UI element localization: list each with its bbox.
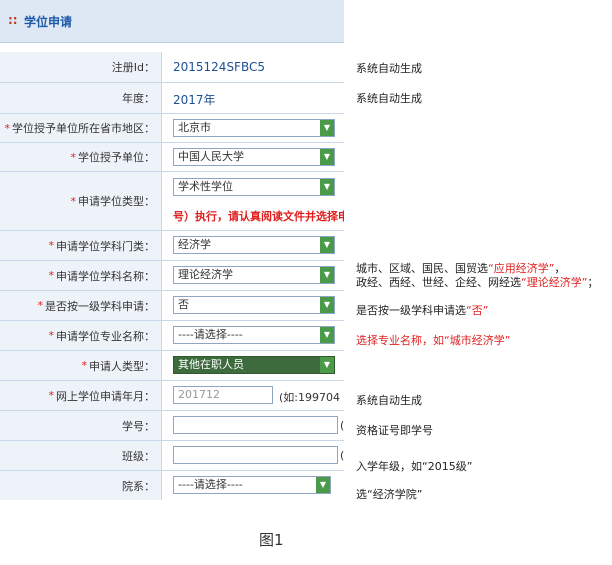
apply-month-label: 网上学位申请年月： (56, 389, 155, 403)
row-registration-id: 注册Id： 2015124SFBC5 (0, 52, 344, 83)
year-label: 年度： (122, 92, 155, 105)
student-no-hint: ( (340, 419, 344, 432)
discipline-name-label: 申请学位学科名称： (56, 269, 155, 283)
note-registration-id: 系统自动生成 (356, 62, 422, 75)
region-label: 学位授予单位所在省市地区： (12, 122, 155, 135)
note-discipline-name: 城市、区域、国民、国贸选“应用经济学”， 政经、西经、世经、企经、网经选“理论经… (356, 262, 599, 289)
first-level-select[interactable]: 否 ▼ (173, 296, 335, 314)
row-institution: * 学位授予单位： 中国人民大学 ▼ (0, 143, 344, 172)
note-year: 系统自动生成 (356, 92, 422, 105)
class-hint: ( (340, 449, 344, 462)
chevron-down-icon: ▼ (320, 297, 334, 313)
applicant-type-select[interactable]: 其他在职人员 ▼ (173, 356, 335, 374)
form-title: 学位申请 (24, 15, 73, 29)
note-department: 选“经济学院” (356, 488, 423, 501)
row-first-level: * 是否按一级学科申请： 否 ▼ (0, 291, 344, 321)
major-select[interactable]: ----请选择---- ▼ (173, 326, 335, 344)
first-level-label: 是否按一级学科申请： (45, 299, 155, 313)
row-degree-type: * 申请学位类型： 学术性学位 ▼ 号）执行，请认真阅读文件并选择申请 (0, 172, 344, 231)
figure-caption: 图1 (259, 531, 284, 549)
row-student-no: 学号： ( (0, 411, 344, 441)
row-major: * 申请学位专业名称： ----请选择---- ▼ (0, 321, 344, 351)
row-apply-month: * 网上学位申请年月： 201712 (如:199704 (0, 381, 344, 411)
institution-select[interactable]: 中国人民大学 ▼ (173, 148, 335, 166)
student-no-input[interactable] (173, 416, 338, 434)
bullet-icon: :: (8, 13, 18, 27)
note-first-level: 是否按一级学科申请选“否” (356, 304, 489, 317)
row-applicant-type: * 申请人类型： 其他在职人员 ▼ (0, 351, 344, 381)
degree-type-select[interactable]: 学术性学位 ▼ (173, 178, 335, 196)
discipline-class-label: 申请学位学科门类： (56, 239, 155, 253)
note-class: 入学年级，如“2015级” (356, 460, 473, 473)
row-discipline-class: * 申请学位学科门类： 经济学 ▼ (0, 231, 344, 261)
row-region: * 学位授予单位所在省市地区： 北京市 ▼ (0, 114, 344, 143)
apply-month-input[interactable]: 201712 (173, 386, 273, 404)
row-class: 班级： ( (0, 441, 344, 471)
discipline-class-select[interactable]: 经济学 ▼ (173, 236, 335, 254)
note-apply-month: 系统自动生成 (356, 394, 422, 407)
degree-type-label: 申请学位类型： (78, 195, 155, 208)
row-discipline-name: * 申请学位学科名称： 理论经济学 ▼ (0, 261, 344, 291)
student-no-label: 学号： (122, 419, 155, 433)
chevron-down-icon: ▼ (320, 179, 334, 195)
chevron-down-icon: ▼ (320, 267, 334, 283)
department-label: 院系： (122, 479, 155, 493)
class-input[interactable] (173, 446, 338, 464)
institution-label: 学位授予单位： (78, 151, 155, 164)
chevron-down-icon: ▼ (320, 327, 334, 343)
major-label: 申请学位专业名称： (56, 329, 155, 343)
registration-id-value: 2015124SFBC5 (173, 60, 265, 74)
chevron-down-icon: ▼ (316, 477, 330, 493)
registration-id-label: 注册Id： (111, 61, 155, 74)
note-major: 选择专业名称，如“城市经济学” (356, 334, 511, 347)
chevron-down-icon: ▼ (320, 149, 334, 165)
applicant-type-label: 申请人类型： (89, 359, 155, 373)
note-student-no: 资格证号即学号 (356, 424, 433, 437)
class-label: 班级： (122, 449, 155, 463)
region-select[interactable]: 北京市 ▼ (173, 119, 335, 137)
apply-month-format-hint: (如:199704 (279, 391, 340, 404)
chevron-down-icon: ▼ (320, 237, 334, 253)
row-department: 院系： ----请选择---- ▼ (0, 471, 344, 500)
chevron-down-icon: ▼ (320, 120, 334, 136)
degree-type-hint: 号）执行，请认真阅读文件并选择申请 (173, 210, 344, 223)
department-select[interactable]: ----请选择---- ▼ (173, 476, 331, 494)
row-year: 年度： 2017年 (0, 83, 344, 114)
discipline-name-select[interactable]: 理论经济学 ▼ (173, 266, 335, 284)
form-header: :: 学位申请 (0, 0, 344, 43)
chevron-down-icon: ▼ (320, 357, 334, 373)
year-value: 2017年 (173, 93, 216, 107)
